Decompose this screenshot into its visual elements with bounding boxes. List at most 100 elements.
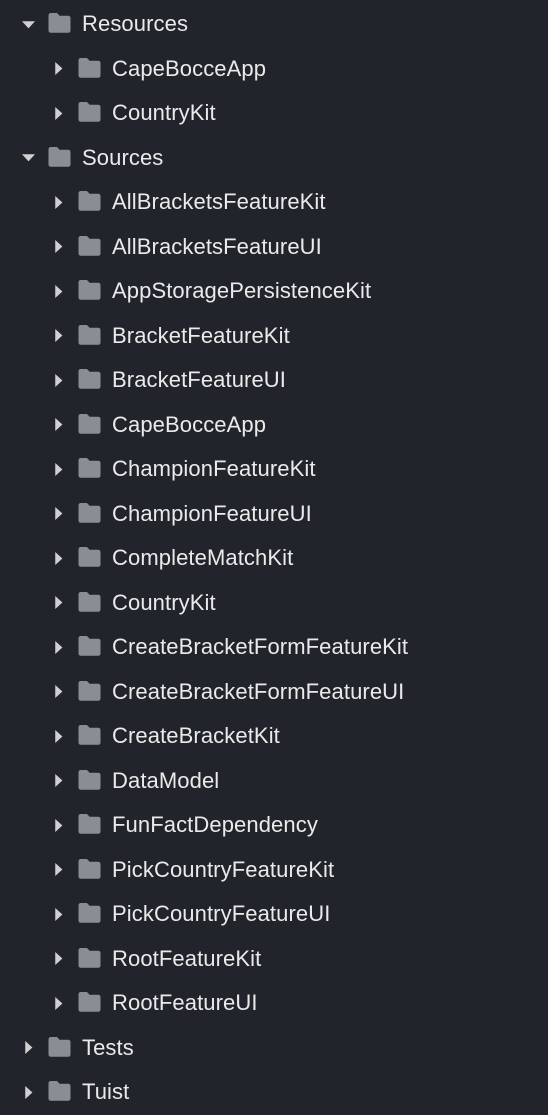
folder-icon (74, 57, 104, 81)
folder-icon (74, 546, 104, 570)
tree-item-pickcountryfeaturekit[interactable]: PickCountryFeatureKit (0, 848, 548, 893)
folder-icon (44, 12, 74, 36)
chevron-right-icon[interactable] (46, 190, 70, 214)
tree-item-label: AppStoragePersistenceKit (112, 278, 371, 304)
tree-item-pickcountryfeatureui[interactable]: PickCountryFeatureUI (0, 892, 548, 937)
chevron-right-icon[interactable] (46, 101, 70, 125)
folder-icon (74, 457, 104, 481)
folder-icon (74, 724, 104, 748)
folder-icon (74, 947, 104, 971)
chevron-right-icon[interactable] (46, 368, 70, 392)
folder-icon (74, 680, 104, 704)
tree-item-label: Sources (82, 145, 163, 171)
tree-item-countrykit-res[interactable]: CountryKit (0, 91, 548, 136)
tree-item-label: BracketFeatureUI (112, 367, 286, 393)
folder-icon (44, 146, 74, 170)
chevron-right-icon[interactable] (46, 457, 70, 481)
tree-item-createbracketkit[interactable]: CreateBracketKit (0, 714, 548, 759)
tree-item-rootfeatureui[interactable]: RootFeatureUI (0, 981, 548, 1026)
tree-item-championfeaturekit[interactable]: ChampionFeatureKit (0, 447, 548, 492)
tree-item-championfeatureui[interactable]: ChampionFeatureUI (0, 492, 548, 537)
folder-icon (74, 235, 104, 259)
tree-item-label: CountryKit (112, 100, 216, 126)
chevron-down-icon[interactable] (16, 12, 40, 36)
tree-item-bracketfeaturekit[interactable]: BracketFeatureKit (0, 314, 548, 359)
tree-item-capebocceapp-res[interactable]: CapeBocceApp (0, 47, 548, 92)
chevron-right-icon[interactable] (46, 591, 70, 615)
tree-item-rootfeaturekit[interactable]: RootFeatureKit (0, 937, 548, 982)
tree-item-label: RootFeatureKit (112, 946, 261, 972)
tree-item-capebocceapp-src[interactable]: CapeBocceApp (0, 403, 548, 448)
tree-item-label: RootFeatureUI (112, 990, 258, 1016)
tree-item-label: ChampionFeatureUI (112, 501, 312, 527)
tree-item-label: PickCountryFeatureKit (112, 857, 334, 883)
tree-item-funfactdependency[interactable]: FunFactDependency (0, 803, 548, 848)
tree-item-label: CreateBracketFormFeatureUI (112, 679, 404, 705)
chevron-right-icon[interactable] (46, 724, 70, 748)
chevron-right-icon[interactable] (46, 769, 70, 793)
chevron-right-icon[interactable] (46, 502, 70, 526)
tree-item-sources[interactable]: Sources (0, 136, 548, 181)
tree-item-label: CapeBocceApp (112, 412, 266, 438)
tree-item-label: Tuist (82, 1079, 129, 1105)
folder-icon (74, 991, 104, 1015)
folder-icon (74, 190, 104, 214)
tree-item-createbracketformfeaturekit[interactable]: CreateBracketFormFeatureKit (0, 625, 548, 670)
folder-icon (74, 902, 104, 926)
chevron-right-icon[interactable] (46, 947, 70, 971)
chevron-right-icon[interactable] (46, 57, 70, 81)
tree-item-label: CountryKit (112, 590, 216, 616)
tree-item-datamodel[interactable]: DataModel (0, 759, 548, 804)
chevron-right-icon[interactable] (46, 991, 70, 1015)
tree-item-createbracketformfeatureui[interactable]: CreateBracketFormFeatureUI (0, 670, 548, 715)
folder-icon (74, 591, 104, 615)
tree-item-label: PickCountryFeatureUI (112, 901, 330, 927)
chevron-right-icon[interactable] (16, 1036, 40, 1060)
tree-item-completematchkit[interactable]: CompleteMatchKit (0, 536, 548, 581)
tree-item-resources[interactable]: Resources (0, 2, 548, 47)
tree-item-label: CapeBocceApp (112, 56, 266, 82)
folder-icon (74, 101, 104, 125)
chevron-down-icon[interactable] (16, 146, 40, 170)
tree-item-label: DataModel (112, 768, 219, 794)
folder-icon (74, 813, 104, 837)
chevron-right-icon[interactable] (46, 324, 70, 348)
tree-item-label: FunFactDependency (112, 812, 318, 838)
file-tree: Resources CapeBocceApp CountryKit Sources Al… (0, 2, 548, 1115)
folder-icon (74, 368, 104, 392)
tree-item-appstoragepersistencekit[interactable]: AppStoragePersistenceKit (0, 269, 548, 314)
tree-item-allbracketsfeatureui[interactable]: AllBracketsFeatureUI (0, 225, 548, 270)
tree-item-allbracketsfeaturekit[interactable]: AllBracketsFeatureKit (0, 180, 548, 225)
tree-item-bracketfeatureui[interactable]: BracketFeatureUI (0, 358, 548, 403)
chevron-right-icon[interactable] (46, 413, 70, 437)
chevron-right-icon[interactable] (46, 680, 70, 704)
chevron-right-icon[interactable] (46, 635, 70, 659)
folder-icon (44, 1080, 74, 1104)
folder-icon (74, 413, 104, 437)
chevron-right-icon[interactable] (46, 235, 70, 259)
folder-icon (74, 635, 104, 659)
tree-item-label: CompleteMatchKit (112, 545, 293, 571)
tree-item-label: Tests (82, 1035, 134, 1061)
chevron-right-icon[interactable] (46, 858, 70, 882)
tree-item-label: ChampionFeatureKit (112, 456, 316, 482)
tree-item-label: CreateBracketFormFeatureKit (112, 634, 408, 660)
tree-item-label: Resources (82, 11, 188, 37)
tree-item-label: AllBracketsFeatureUI (112, 234, 322, 260)
folder-icon (74, 769, 104, 793)
folder-icon (74, 502, 104, 526)
folder-icon (74, 324, 104, 348)
tree-item-tests[interactable]: Tests (0, 1026, 548, 1071)
chevron-right-icon[interactable] (16, 1080, 40, 1104)
chevron-right-icon[interactable] (46, 902, 70, 926)
chevron-right-icon[interactable] (46, 546, 70, 570)
tree-item-label: CreateBracketKit (112, 723, 280, 749)
tree-item-label: AllBracketsFeatureKit (112, 189, 326, 215)
folder-icon (74, 858, 104, 882)
tree-item-label: BracketFeatureKit (112, 323, 290, 349)
chevron-right-icon[interactable] (46, 279, 70, 303)
chevron-right-icon[interactable] (46, 813, 70, 837)
folder-icon (74, 279, 104, 303)
tree-item-countrykit-src[interactable]: CountryKit (0, 581, 548, 626)
folder-icon (44, 1036, 74, 1060)
